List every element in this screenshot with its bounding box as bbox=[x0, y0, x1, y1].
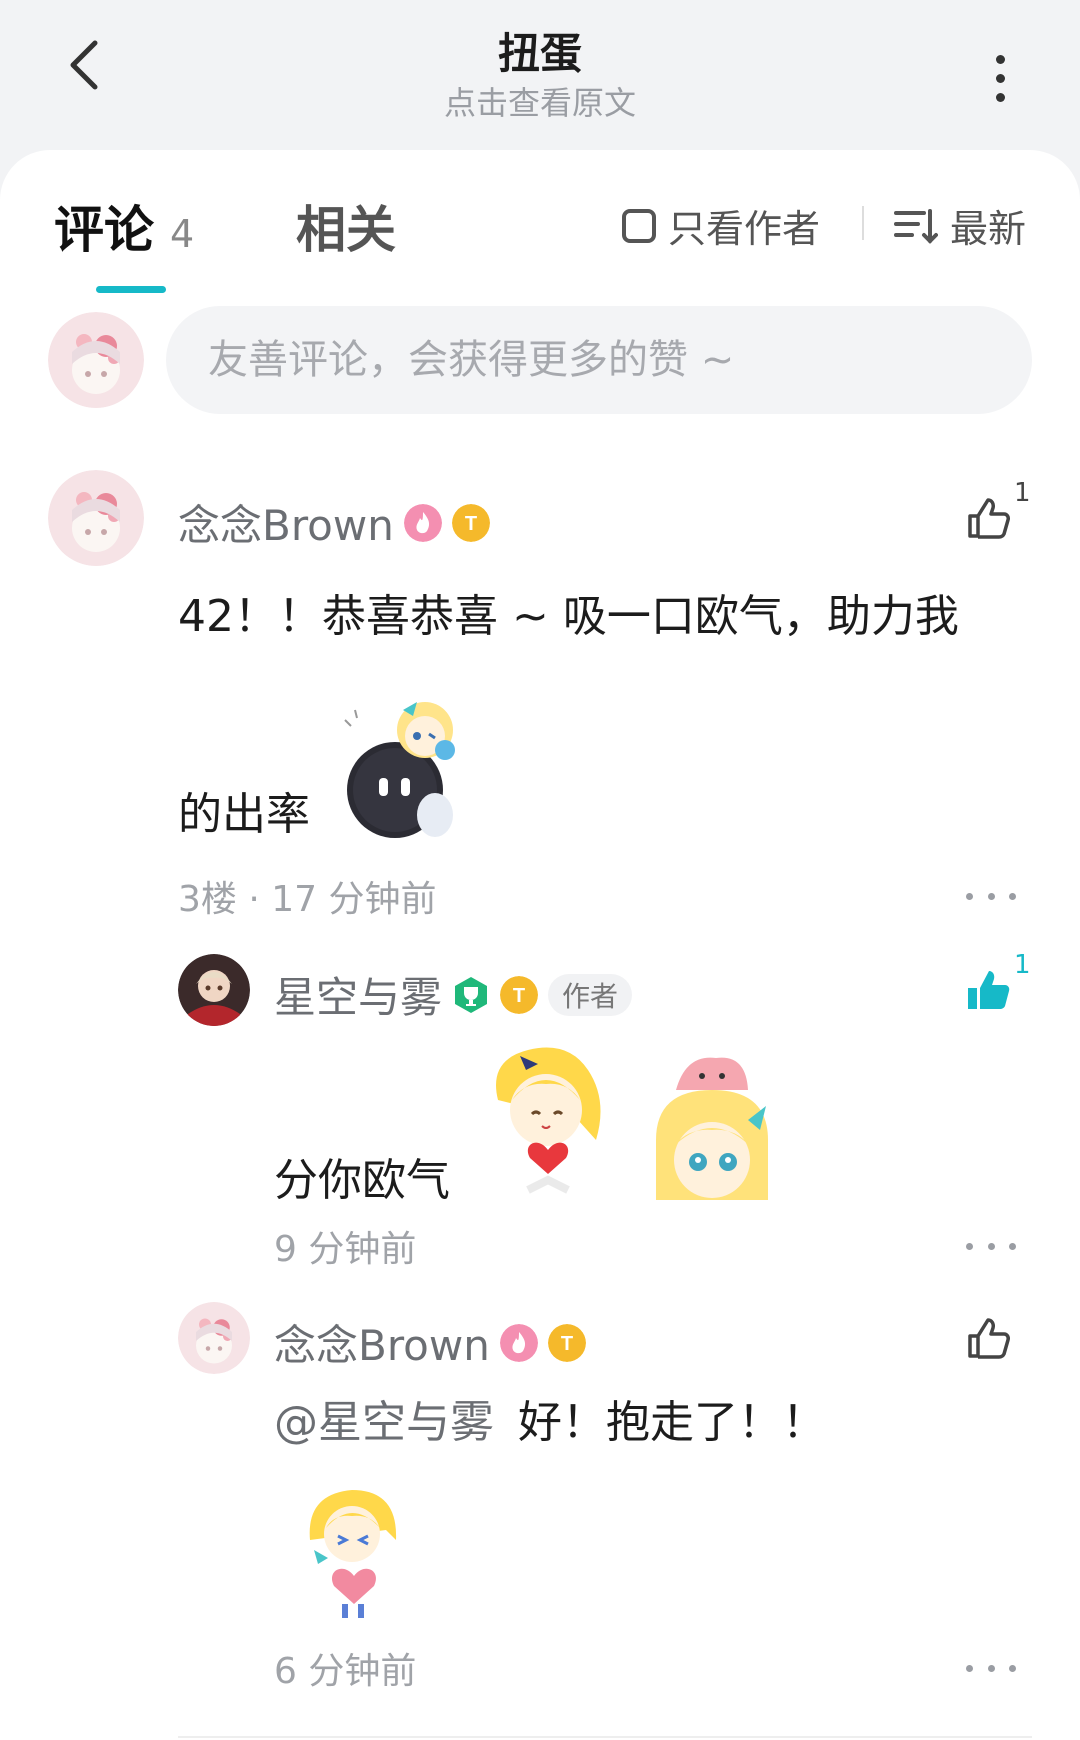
comments-panel: 评论 4 相关 只看作者 最新 友善评论，会获得更多的赞 ~ 念念Brown T… bbox=[0, 150, 1080, 1740]
thumbs-up-icon bbox=[968, 498, 1010, 539]
comment-more-button[interactable] bbox=[966, 876, 1016, 916]
trophy-badge-icon bbox=[455, 976, 488, 1013]
tab-comments[interactable]: 评论 4 bbox=[54, 190, 194, 262]
comment-text: 的出率 bbox=[178, 789, 310, 840]
dot-icon bbox=[1009, 892, 1016, 900]
comment-header: 念念Brown T bbox=[178, 492, 490, 553]
username[interactable]: 念念Brown bbox=[274, 1312, 490, 1373]
dot-icon bbox=[987, 1242, 995, 1250]
my-avatar[interactable] bbox=[48, 312, 144, 408]
dot-icon bbox=[995, 92, 1005, 102]
dot-icon bbox=[995, 73, 1005, 83]
author-tag: 作者 bbox=[548, 973, 633, 1016]
like-count: 1 bbox=[1014, 950, 1031, 980]
author-only-toggle[interactable]: 只看作者 bbox=[622, 198, 820, 253]
comment-meta: 3楼 · 17 分钟前 bbox=[178, 879, 437, 920]
svg-text:T: T bbox=[465, 513, 477, 535]
reply-header: 念念Brown T bbox=[274, 1312, 586, 1373]
girl-slime-sticker bbox=[656, 1057, 768, 1200]
dot-icon bbox=[966, 1242, 973, 1250]
dot-icon bbox=[1009, 1242, 1016, 1250]
svg-text:T: T bbox=[513, 985, 525, 1007]
reply-more-button[interactable] bbox=[966, 1226, 1016, 1266]
dot-icon bbox=[966, 1664, 973, 1672]
username[interactable]: 星空与雾 bbox=[274, 964, 442, 1025]
username[interactable]: 念念Brown bbox=[178, 492, 394, 553]
tab-comments-label: 评论 bbox=[54, 201, 154, 259]
level-badge-icon: T bbox=[451, 503, 490, 542]
dot-icon bbox=[987, 1664, 995, 1672]
tab-related[interactable]: 相关 bbox=[296, 190, 396, 262]
avatar[interactable] bbox=[48, 470, 144, 566]
reply-text: 分你欧气 bbox=[274, 1155, 450, 1206]
sort-label: 最新 bbox=[950, 207, 1027, 251]
level-badge-icon: T bbox=[500, 975, 539, 1014]
divider bbox=[862, 206, 864, 240]
comment-text: 42！！恭喜恭喜 ~ 吸一口欧气，助力我 bbox=[178, 591, 959, 642]
tab-bar: 评论 4 相关 只看作者 最新 bbox=[0, 150, 1080, 300]
active-tab-indicator bbox=[96, 286, 166, 293]
svg-text:T: T bbox=[561, 1333, 573, 1355]
comment-input[interactable] bbox=[166, 306, 1032, 414]
mention-link[interactable]: @星空与雾 bbox=[274, 1386, 494, 1450]
dot-icon bbox=[995, 54, 1005, 64]
reply-text: 好！抱走了！！ bbox=[518, 1397, 826, 1448]
level-badge-icon: T bbox=[547, 1323, 586, 1362]
like-button[interactable] bbox=[958, 488, 1018, 548]
divider bbox=[178, 1736, 1032, 1738]
dot-icon bbox=[987, 892, 995, 900]
page-title: 扭蛋 bbox=[497, 29, 582, 78]
like-button[interactable] bbox=[958, 960, 1018, 1020]
reply-text-row: @星空与雾 好！抱走了！！ bbox=[274, 1386, 826, 1450]
reply-meta: 9 分钟前 bbox=[274, 1229, 417, 1270]
dot-icon bbox=[1009, 1664, 1016, 1672]
top-bar: 扭蛋 点击查看原文 bbox=[0, 0, 1080, 150]
girl-hug-heart-sticker bbox=[309, 1490, 397, 1618]
robot-with-girl-sticker bbox=[344, 702, 455, 838]
reply-more-button[interactable] bbox=[966, 1648, 1016, 1688]
reply-header: 星空与雾 T 作者 bbox=[274, 964, 633, 1025]
checkbox-icon bbox=[622, 208, 656, 243]
avatar[interactable] bbox=[178, 954, 250, 1026]
avatar[interactable] bbox=[178, 1302, 250, 1374]
flame-badge-icon bbox=[403, 503, 442, 542]
thumbs-up-filled-icon bbox=[968, 971, 1010, 1009]
thumbs-up-icon bbox=[968, 1318, 1010, 1359]
sort-icon bbox=[894, 208, 938, 244]
more-options-button[interactable] bbox=[980, 38, 1020, 118]
author-only-label: 只看作者 bbox=[668, 207, 821, 251]
flame-badge-icon bbox=[499, 1323, 538, 1362]
view-original-link[interactable]: 点击查看原文 bbox=[0, 78, 1080, 124]
girl-heart-sticker bbox=[496, 1047, 601, 1194]
sort-button[interactable]: 最新 bbox=[894, 198, 1026, 253]
reply-meta: 6 分钟前 bbox=[274, 1651, 417, 1692]
comment-count: 4 bbox=[170, 212, 195, 256]
like-count: 1 bbox=[1014, 478, 1031, 508]
like-button[interactable] bbox=[958, 1308, 1018, 1368]
dot-icon bbox=[966, 892, 973, 900]
